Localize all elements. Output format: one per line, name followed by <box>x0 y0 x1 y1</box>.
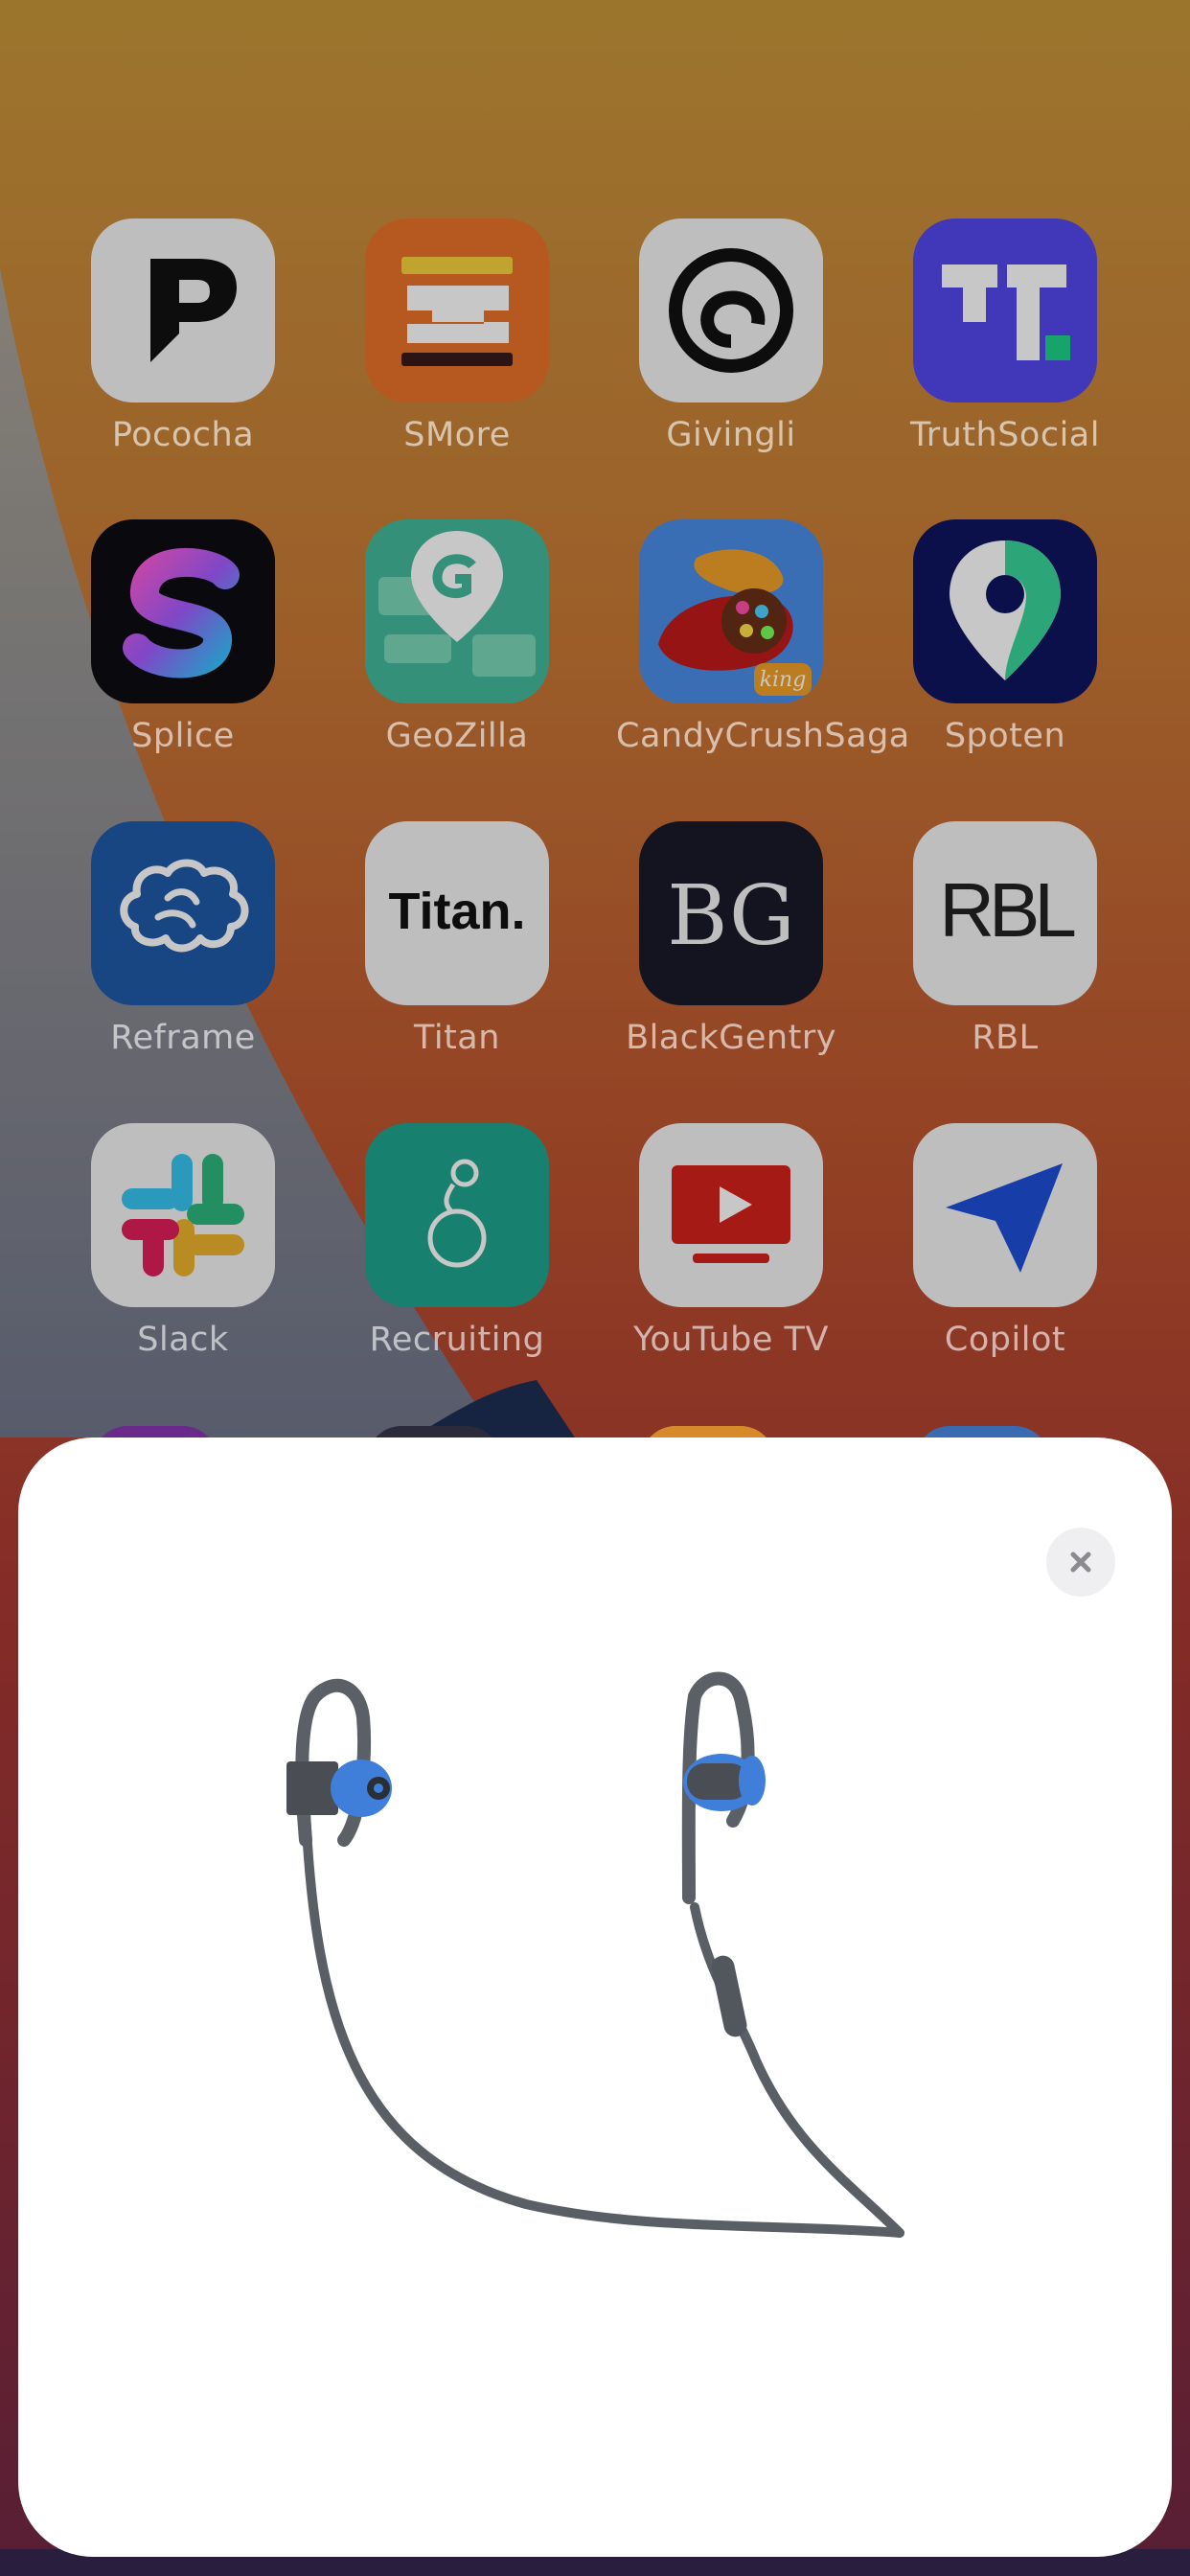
app-label: CandyCrushSaga <box>616 717 910 755</box>
app-label: TruthSocial <box>910 416 1100 454</box>
app-geozilla[interactable]: GeoZilla <box>342 519 572 755</box>
app-rbl[interactable]: RBL RBL <box>890 821 1120 1057</box>
app-candycrushsaga[interactable]: king CandyCrushSaga <box>616 519 910 755</box>
app-smore[interactable]: SMore <box>342 218 572 454</box>
app-titan[interactable]: Titan. Titan <box>342 821 572 1057</box>
spoten-icon <box>913 519 1097 703</box>
close-icon <box>1070 1552 1091 1573</box>
app-label: Pococha <box>111 416 255 454</box>
app-spoten[interactable]: Spoten <box>890 519 1120 755</box>
app-label: Recruiting <box>369 1321 545 1359</box>
rbl-wordmark: RBL <box>939 867 1074 953</box>
app-youtube-tv[interactable]: YouTube TV <box>616 1123 846 1359</box>
app-label: GeoZilla <box>385 717 529 755</box>
app-label: Slack <box>137 1321 229 1359</box>
bg-monogram: BG <box>667 868 795 964</box>
app-label: Reframe <box>110 1019 256 1057</box>
app-label: Titan <box>414 1019 500 1057</box>
app-grid: Pococha SMore Givingli TruthSocial Splic… <box>0 0 1190 1438</box>
blackgentry-icon: BG <box>639 821 823 1005</box>
geozilla-icon <box>365 519 549 703</box>
king-badge: king <box>760 668 807 692</box>
titan-wordmark: Titan. <box>388 883 525 940</box>
app-slack[interactable]: Slack <box>68 1123 298 1359</box>
reframe-brain-icon <box>91 821 275 1005</box>
copilot-icon <box>913 1123 1097 1307</box>
app-label: RBL <box>972 1019 1039 1057</box>
rbl-icon: RBL <box>913 821 1097 1005</box>
app-label: Copilot <box>944 1321 1066 1359</box>
app-label: YouTube TV <box>633 1321 829 1359</box>
app-pococha[interactable]: Pococha <box>68 218 298 454</box>
youtube-tv-icon <box>639 1123 823 1307</box>
device-pairing-sheet <box>18 1438 1172 2557</box>
candy-crush-icon: king <box>639 519 823 703</box>
splice-icon <box>91 519 275 703</box>
app-label: Spoten <box>944 717 1066 755</box>
app-label: BlackGentry <box>626 1019 836 1057</box>
app-recruiting[interactable]: Recruiting <box>342 1123 572 1359</box>
app-givingli[interactable]: Givingli <box>616 218 846 454</box>
app-label: SMore <box>403 416 511 454</box>
app-splice[interactable]: Splice <box>68 519 298 755</box>
app-blackgentry[interactable]: BG BlackGentry <box>616 821 846 1057</box>
slack-icon <box>91 1123 275 1307</box>
app-label: Splice <box>131 717 235 755</box>
close-button[interactable] <box>1046 1528 1115 1597</box>
app-truthsocial[interactable]: TruthSocial <box>890 218 1120 454</box>
app-label: Givingli <box>666 416 796 454</box>
app-copilot[interactable]: Copilot <box>890 1123 1120 1359</box>
app-reframe[interactable]: Reframe <box>68 821 298 1057</box>
smore-icon <box>365 218 549 402</box>
truthsocial-icon <box>913 218 1097 402</box>
recruiting-icon <box>365 1123 549 1307</box>
titan-icon: Titan. <box>365 821 549 1005</box>
givingli-icon <box>639 218 823 402</box>
pococha-icon <box>91 218 275 402</box>
earphones-image <box>286 1671 904 2238</box>
